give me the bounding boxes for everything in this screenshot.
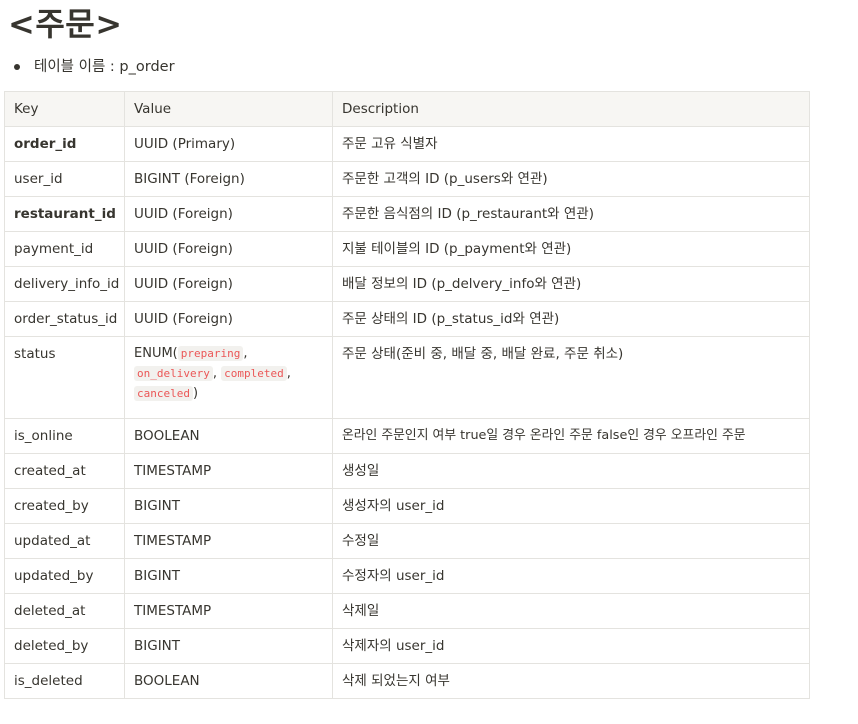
table-row: is_deleted BOOLEAN 삭제 되었는지 여부: [4, 663, 810, 699]
table-row: deleted_by BIGINT 삭제자의 user_id: [4, 628, 810, 664]
row-value: UUID (Foreign): [124, 196, 333, 232]
row-key: updated_by: [4, 558, 125, 594]
page-title: <주문>: [8, 5, 123, 43]
table-name-text: 테이블 이름 : p_order: [34, 59, 175, 75]
row-description: 생성자의 user_id: [332, 488, 810, 524]
row-value: TIMESTAMP: [124, 593, 333, 629]
table-row: delivery_info_id UUID (Foreign) 배달 정보의 I…: [4, 266, 810, 302]
row-value: UUID (Foreign): [124, 301, 333, 337]
enum-type: ENUM: [134, 346, 173, 361]
table-row: payment_id UUID (Foreign) 지불 테이블의 ID (p_…: [4, 231, 810, 267]
row-description: 주문 고유 식별자: [332, 126, 810, 162]
row-description: 주문한 음식점의 ID (p_restaurant와 연관): [332, 196, 810, 232]
row-value: UUID (Primary): [124, 126, 333, 162]
row-value: UUID (Foreign): [124, 266, 333, 302]
row-key: is_deleted: [4, 663, 125, 699]
row-key: payment_id: [4, 231, 125, 267]
row-description: 삭제일: [332, 593, 810, 629]
table-row: created_at TIMESTAMP 생성일: [4, 453, 810, 489]
row-value: TIMESTAMP: [124, 523, 333, 559]
row-key: is_online: [4, 418, 125, 454]
table-row: deleted_at TIMESTAMP 삭제일: [4, 593, 810, 629]
header-key: Key: [4, 91, 125, 127]
row-key: order_id: [4, 126, 125, 162]
row-description: 삭제자의 user_id: [332, 628, 810, 664]
row-description: 온라인 주문인지 여부 true일 경우 온라인 주문 false인 경우 오프…: [332, 418, 810, 454]
table-row: updated_at TIMESTAMP 수정일: [4, 523, 810, 559]
table-row: is_online BOOLEAN 온라인 주문인지 여부 true일 경우 온…: [4, 418, 810, 454]
table-row: created_by BIGINT 생성자의 user_id: [4, 488, 810, 524]
row-value: BIGINT: [124, 558, 333, 594]
header-value: Value: [124, 91, 333, 127]
row-value: BIGINT: [124, 488, 333, 524]
row-description: 수정일: [332, 523, 810, 559]
table-row: restaurant_id UUID (Foreign) 주문한 음식점의 ID…: [4, 196, 810, 232]
row-value: BIGINT: [124, 628, 333, 664]
row-description: 주문한 고객의 ID (p_users와 연관): [332, 161, 810, 197]
enum-value: canceled: [134, 386, 193, 401]
row-key: delivery_info_id: [4, 266, 125, 302]
table-header-row: Key Value Description: [4, 91, 810, 127]
row-description: 주문 상태(준비 중, 배달 중, 배달 완료, 주문 취소): [332, 336, 810, 419]
enum-value: preparing: [177, 346, 244, 361]
row-key: updated_at: [4, 523, 125, 559]
table-row: user_id BIGINT (Foreign) 주문한 고객의 ID (p_u…: [4, 161, 810, 197]
row-description: 주문 상태의 ID (p_status_id와 연관): [332, 301, 810, 337]
page: <주문> 테이블 이름 : p_order Key Value Descript…: [0, 0, 858, 724]
row-description: 지불 테이블의 ID (p_payment와 연관): [332, 231, 810, 267]
table-row: status ENUM(preparing, on_delivery, comp…: [4, 336, 810, 419]
row-value-enum: ENUM(preparing, on_delivery, completed, …: [124, 336, 333, 419]
row-value: BIGINT (Foreign): [124, 161, 333, 197]
row-key: status: [4, 336, 125, 419]
row-description: 배달 정보의 ID (p_delvery_info와 연관): [332, 266, 810, 302]
row-description: 수정자의 user_id: [332, 558, 810, 594]
table-name-bullet: 테이블 이름 : p_order: [14, 56, 175, 78]
row-description: 생성일: [332, 453, 810, 489]
row-value: BOOLEAN: [124, 418, 333, 454]
row-value: UUID (Foreign): [124, 231, 333, 267]
table-row: updated_by BIGINT 수정자의 user_id: [4, 558, 810, 594]
row-key: created_at: [4, 453, 125, 489]
enum-value: completed: [221, 366, 287, 381]
schema-table: Key Value Description order_id UUID (Pri…: [4, 91, 810, 699]
row-key: created_by: [4, 488, 125, 524]
row-key: deleted_by: [4, 628, 125, 664]
table-row: order_status_id UUID (Foreign) 주문 상태의 ID…: [4, 301, 810, 337]
row-key: restaurant_id: [4, 196, 125, 232]
row-value: TIMESTAMP: [124, 453, 333, 489]
row-key: deleted_at: [4, 593, 125, 629]
table-row: order_id UUID (Primary) 주문 고유 식별자: [4, 126, 810, 162]
bullet-dot-icon: [14, 64, 20, 70]
header-description: Description: [332, 91, 810, 127]
enum-value: on_delivery: [134, 366, 213, 381]
row-description: 삭제 되었는지 여부: [332, 663, 810, 699]
row-key: order_status_id: [4, 301, 125, 337]
row-key: user_id: [4, 161, 125, 197]
row-value: BOOLEAN: [124, 663, 333, 699]
